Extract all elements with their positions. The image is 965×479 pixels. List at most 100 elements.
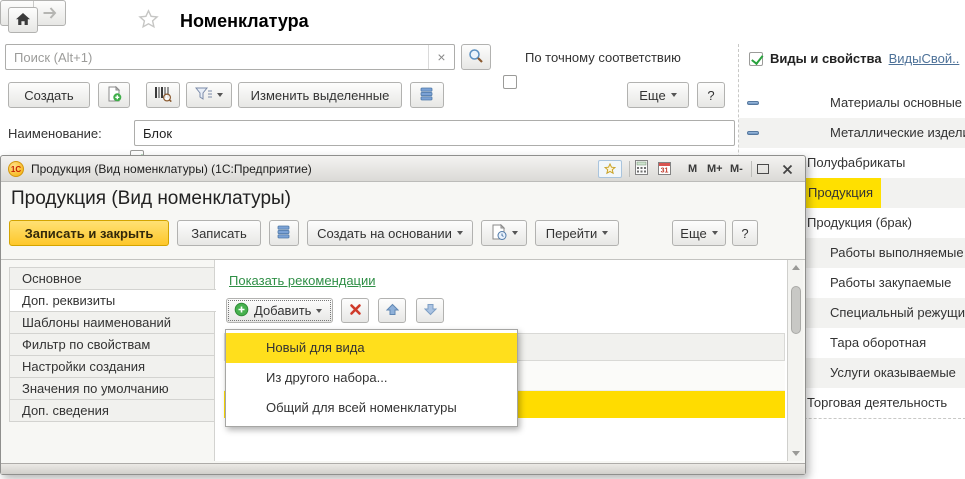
edit-selected-button[interactable]: Изменить выделенные: [238, 82, 402, 108]
chevron-down-icon: [316, 309, 322, 313]
go-to-button[interactable]: Перейти: [535, 220, 619, 246]
scroll-up-icon[interactable]: [792, 265, 800, 270]
close-icon: [782, 164, 793, 175]
arrow-down-icon: [424, 303, 437, 319]
chevron-down-icon: [217, 93, 223, 97]
1c-app-icon: 1С: [8, 161, 24, 177]
item-dash-icon: [747, 131, 759, 135]
search-input[interactable]: [6, 45, 428, 69]
list-item-label: Торговая деятельность: [807, 388, 947, 418]
calculator-button[interactable]: [635, 160, 648, 175]
delete-button[interactable]: [341, 298, 369, 323]
dialog-more-button[interactable]: Еще: [672, 220, 726, 246]
dialog-tab[interactable]: Значения по умолчанию: [9, 377, 215, 400]
menu-item[interactable]: Общий для всей номенклатуры: [226, 393, 517, 423]
panel-link[interactable]: Виды: [889, 51, 922, 66]
dialog-tab[interactable]: Настройки создания: [9, 355, 215, 378]
more-label: Еще: [680, 226, 706, 241]
dialog-window: 1С Продукция (Вид номенклатуры) (1С:Пред…: [0, 155, 806, 475]
dialog-scrollbar[interactable]: [787, 260, 803, 461]
calculator-icon: [635, 160, 648, 175]
list-settings-button[interactable]: [410, 82, 444, 108]
calendar-icon: 31: [658, 160, 671, 175]
document-clock-icon: [491, 224, 507, 243]
filter-icon: [195, 87, 212, 104]
move-up-button[interactable]: [378, 298, 406, 323]
page-title: Номенклатура: [180, 11, 309, 32]
add-button[interactable]: Добавить: [226, 298, 333, 323]
add-plus-icon: [234, 302, 249, 320]
menu-item[interactable]: Из другого набора...: [226, 363, 517, 393]
list-item-label: Работы выполняемые: [830, 238, 964, 268]
search-clear-button[interactable]: ×: [428, 45, 454, 69]
search-box: ×: [5, 44, 455, 70]
move-down-button[interactable]: [416, 298, 444, 323]
list-item-label: Тара оборотная: [830, 328, 926, 358]
dialog-tab[interactable]: Шаблоны наименований: [9, 311, 215, 334]
list-item[interactable]: Металлические издели: [739, 118, 965, 148]
filter-button[interactable]: [186, 82, 232, 108]
calendar-button[interactable]: 31: [658, 160, 671, 175]
favorites-star-icon[interactable]: [138, 9, 159, 33]
exact-match-checkbox[interactable]: [503, 75, 517, 89]
document-history-button[interactable]: [481, 220, 527, 246]
new-document-icon: [106, 86, 122, 105]
memory-m-button[interactable]: M: [688, 156, 697, 182]
memory-m-plus-button[interactable]: M+: [707, 156, 723, 182]
list-item-label: Материалы основные: [830, 88, 962, 118]
memory-m-minus-button[interactable]: M-: [730, 156, 743, 182]
register-records-button[interactable]: [269, 220, 299, 246]
list-item[interactable]: Материалы основные: [739, 88, 965, 118]
save-button[interactable]: Записать: [177, 220, 261, 246]
create-based-on-button[interactable]: Создать на основании: [307, 220, 473, 246]
more-button[interactable]: Еще: [627, 82, 689, 108]
item-dash-icon: [747, 101, 759, 105]
maximize-button[interactable]: [757, 164, 769, 174]
stacked-bars-icon: [277, 225, 291, 242]
search-icon: [468, 48, 484, 67]
menu-item[interactable]: Новый для вида: [226, 333, 517, 363]
barcode-search-button[interactable]: [146, 82, 180, 108]
list-item-label: Специальный режущи: [830, 298, 965, 328]
more-label: Еще: [639, 88, 665, 103]
show-recommendations-link[interactable]: Показать рекомендации: [229, 273, 376, 288]
create-button[interactable]: Создать: [8, 82, 90, 108]
dialog-heading: Продукция (Вид номенклатуры): [11, 188, 291, 210]
create-group-button[interactable]: [98, 82, 130, 108]
close-button[interactable]: [779, 161, 795, 177]
add-dropdown-menu: Новый для вида Из другого набора... Общи…: [225, 329, 518, 427]
titlebar-separator: [629, 161, 630, 177]
chevron-down-icon: [671, 93, 677, 97]
home-button[interactable]: [8, 7, 38, 33]
panel-link[interactable]: Свой..: [921, 51, 959, 66]
list-item-label: Продукция (брак): [807, 208, 912, 238]
dialog-tab[interactable]: Доп. реквизиты: [9, 289, 216, 312]
exact-match-label: По точному соответствию: [525, 50, 681, 65]
titlebar-separator: [751, 161, 752, 177]
list-item-label: Работы закупаемые: [830, 268, 951, 298]
kinds-panel-checkbox[interactable]: [749, 52, 763, 66]
scrollbar-thumb[interactable]: [791, 286, 801, 334]
chevron-down-icon: [712, 231, 718, 235]
chevron-down-icon: [457, 231, 463, 235]
dialog-window-title: Продукция (Вид номенклатуры) (1С:Предпри…: [31, 156, 312, 182]
dialog-tab[interactable]: Основное: [9, 267, 215, 290]
dialog-help-button[interactable]: ?: [732, 220, 758, 246]
panel-title: Виды и свойства: [770, 51, 882, 66]
list-item-label: Металлические издели: [830, 118, 965, 148]
go-to-label: Перейти: [546, 226, 598, 241]
dialog-favorites-button[interactable]: [598, 160, 622, 178]
save-and-close-button[interactable]: Записать и закрыть: [9, 220, 169, 246]
dialog-tab[interactable]: Доп. сведения: [9, 399, 215, 422]
name-filter-input[interactable]: [134, 120, 735, 146]
scroll-down-icon[interactable]: [792, 451, 800, 456]
dialog-tab[interactable]: Фильтр по свойствам: [9, 333, 215, 356]
search-button[interactable]: [461, 44, 491, 70]
add-button-label: Добавить: [254, 303, 311, 318]
help-button[interactable]: ?: [697, 82, 725, 108]
dialog-bottom-frame: [1, 463, 805, 474]
dialog-tab-list: Основное Доп. реквизиты Шаблоны наименов…: [9, 268, 215, 422]
list-item-label: Полуфабрикаты: [807, 148, 905, 178]
dialog-titlebar[interactable]: 1С Продукция (Вид номенклатуры) (1С:Пред…: [1, 156, 805, 182]
arrow-up-icon: [386, 303, 399, 319]
